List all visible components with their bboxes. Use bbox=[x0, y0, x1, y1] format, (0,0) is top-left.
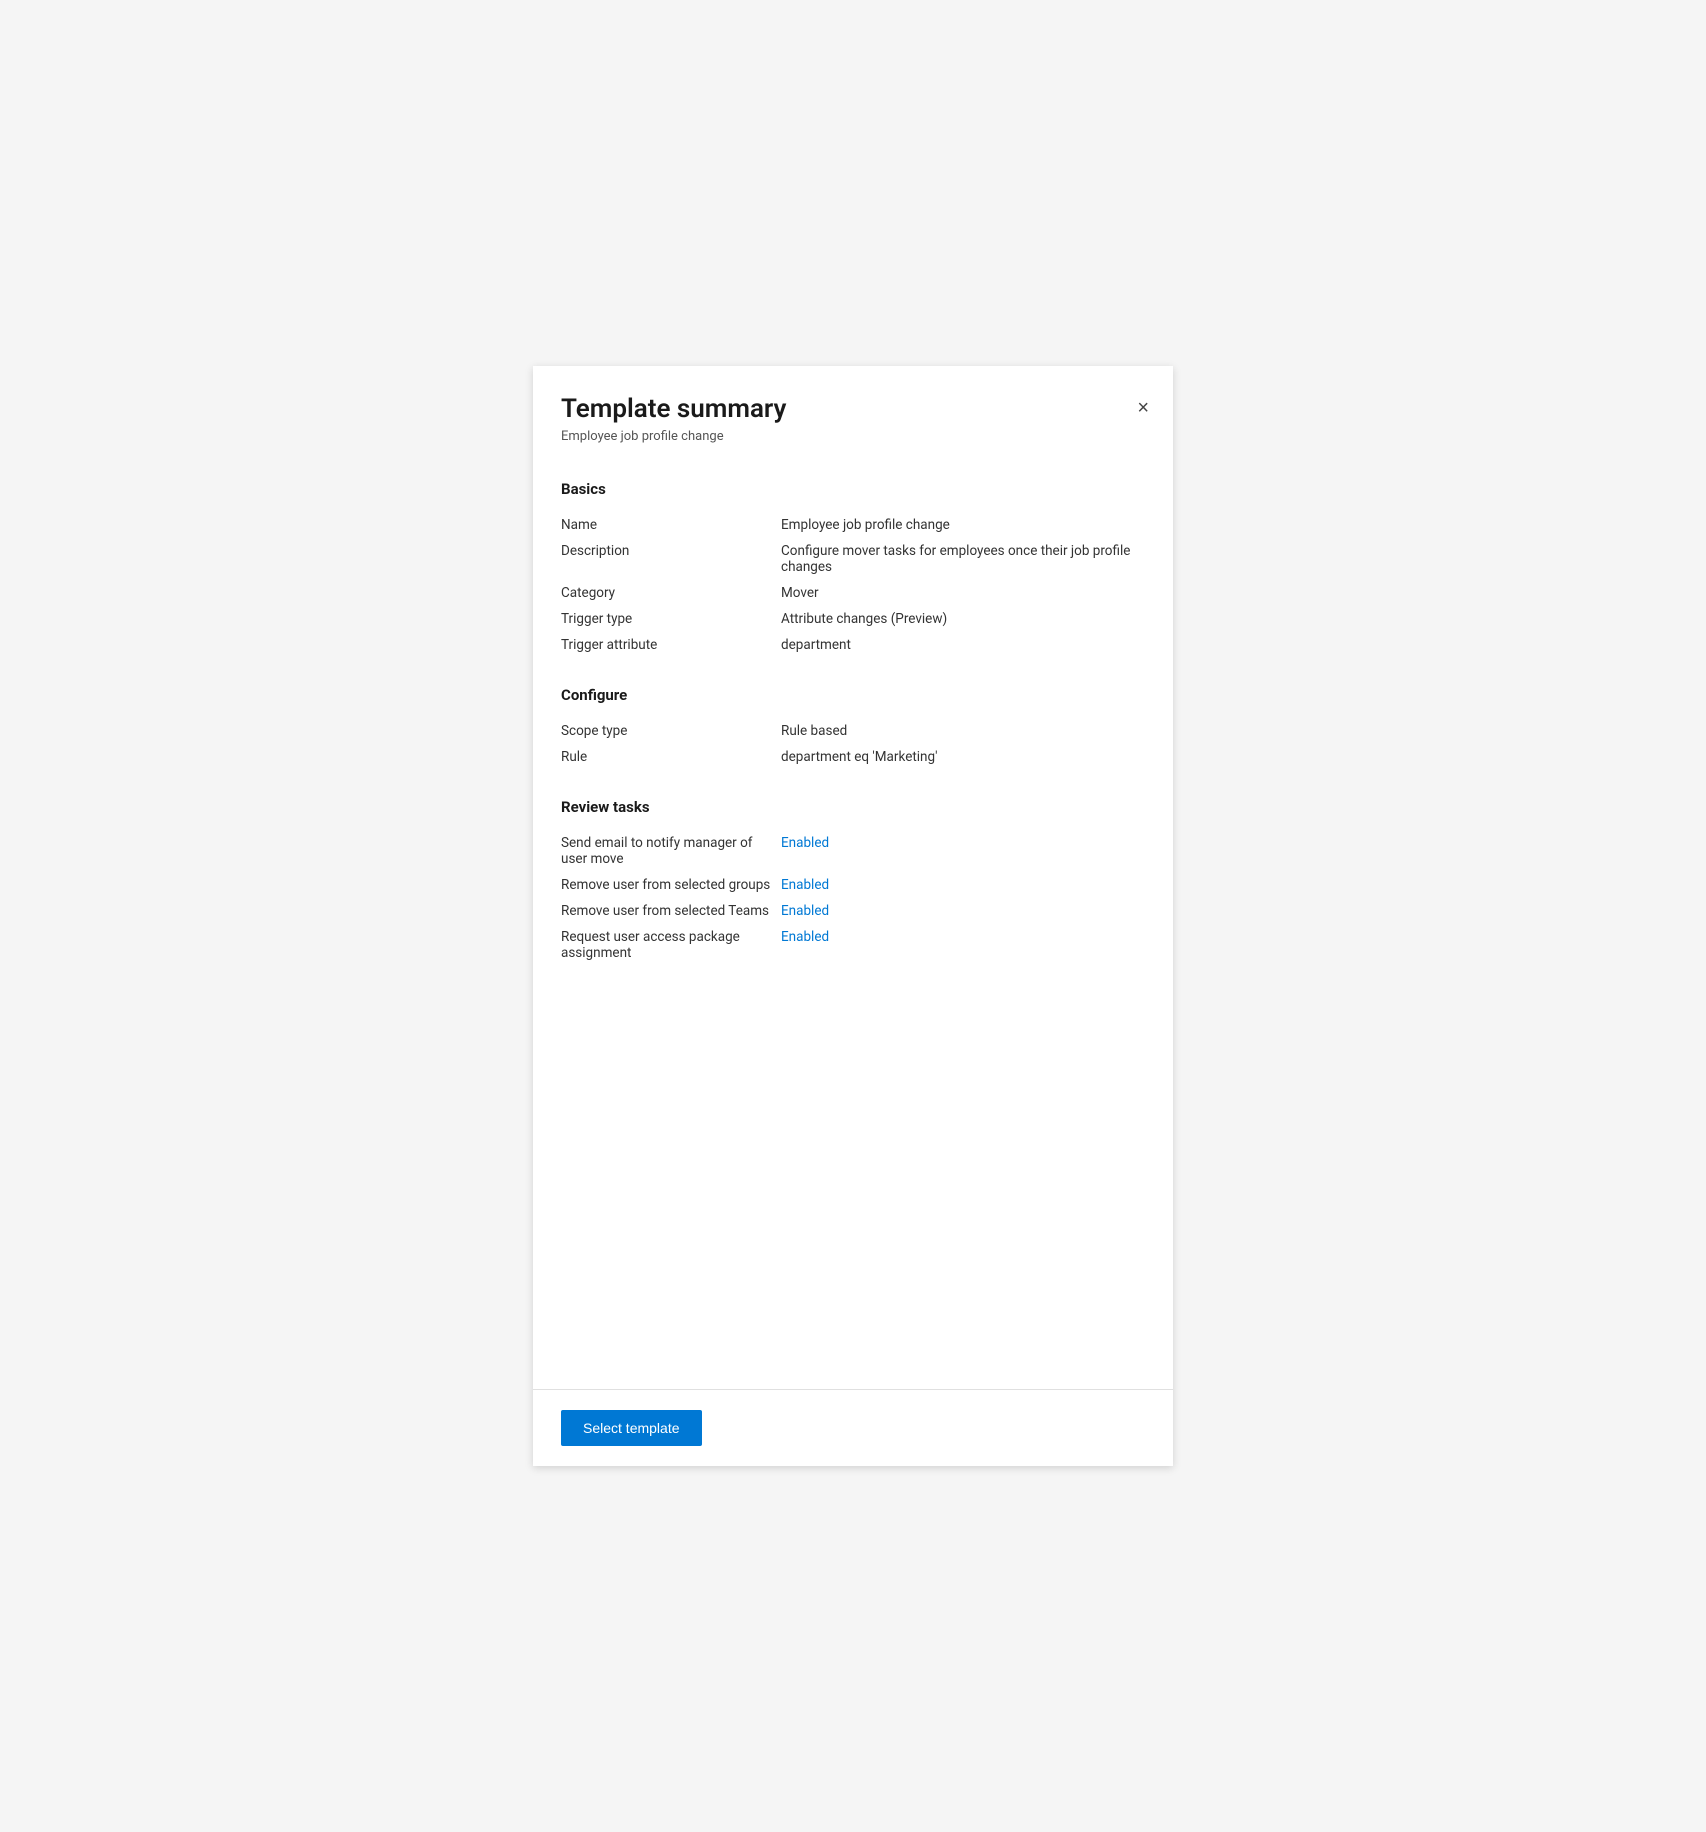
label-description: Description bbox=[561, 543, 781, 559]
label-access-package: Request user access package assignment bbox=[561, 929, 781, 961]
label-name: Name bbox=[561, 517, 781, 533]
review-tasks-heading: Review tasks bbox=[561, 798, 1145, 816]
table-row: Description Configure mover tasks for em… bbox=[561, 538, 1145, 580]
panel-footer: Select template bbox=[533, 1389, 1173, 1466]
label-remove-groups: Remove user from selected groups bbox=[561, 877, 781, 893]
configure-table: Scope type Rule based Rule department eq… bbox=[561, 718, 1145, 770]
value-access-package: Enabled bbox=[781, 929, 1145, 945]
review-tasks-section: Review tasks Send email to notify manage… bbox=[561, 798, 1145, 966]
panel-title: Template summary bbox=[561, 394, 1141, 425]
label-rule: Rule bbox=[561, 749, 781, 765]
table-row: Remove user from selected groups Enabled bbox=[561, 872, 1145, 898]
panel-body: Basics Name Employee job profile change … bbox=[533, 444, 1173, 1389]
panel-subtitle: Employee job profile change bbox=[561, 429, 1141, 444]
panel-header: Template summary Employee job profile ch… bbox=[533, 366, 1173, 444]
basics-section: Basics Name Employee job profile change … bbox=[561, 480, 1145, 658]
label-scope-type: Scope type bbox=[561, 723, 781, 739]
value-remove-groups: Enabled bbox=[781, 877, 1145, 893]
value-trigger-type: Attribute changes (Preview) bbox=[781, 611, 1145, 627]
label-remove-teams: Remove user from selected Teams bbox=[561, 903, 781, 919]
value-description: Configure mover tasks for employees once… bbox=[781, 543, 1145, 575]
value-remove-teams: Enabled bbox=[781, 903, 1145, 919]
configure-heading: Configure bbox=[561, 686, 1145, 704]
value-scope-type: Rule based bbox=[781, 723, 1145, 739]
table-row: Trigger type Attribute changes (Preview) bbox=[561, 606, 1145, 632]
basics-heading: Basics bbox=[561, 480, 1145, 498]
label-trigger-attribute: Trigger attribute bbox=[561, 637, 781, 653]
value-trigger-attribute: department bbox=[781, 637, 1145, 653]
configure-section: Configure Scope type Rule based Rule dep… bbox=[561, 686, 1145, 770]
value-category: Mover bbox=[781, 585, 1145, 601]
value-name: Employee job profile change bbox=[781, 517, 1145, 533]
table-row: Category Mover bbox=[561, 580, 1145, 606]
label-trigger-type: Trigger type bbox=[561, 611, 781, 627]
table-row: Trigger attribute department bbox=[561, 632, 1145, 658]
review-tasks-table: Send email to notify manager of user mov… bbox=[561, 830, 1145, 966]
close-button[interactable]: × bbox=[1133, 394, 1153, 422]
value-rule: department eq 'Marketing' bbox=[781, 749, 1145, 765]
table-row: Send email to notify manager of user mov… bbox=[561, 830, 1145, 872]
basics-table: Name Employee job profile change Descrip… bbox=[561, 512, 1145, 658]
label-send-email: Send email to notify manager of user mov… bbox=[561, 835, 781, 867]
table-row: Remove user from selected Teams Enabled bbox=[561, 898, 1145, 924]
table-row: Request user access package assignment E… bbox=[561, 924, 1145, 966]
select-template-button[interactable]: Select template bbox=[561, 1410, 702, 1446]
table-row: Name Employee job profile change bbox=[561, 512, 1145, 538]
value-send-email: Enabled bbox=[781, 835, 1145, 851]
label-category: Category bbox=[561, 585, 781, 601]
template-summary-panel: Template summary Employee job profile ch… bbox=[533, 366, 1173, 1466]
table-row: Scope type Rule based bbox=[561, 718, 1145, 744]
table-row: Rule department eq 'Marketing' bbox=[561, 744, 1145, 770]
